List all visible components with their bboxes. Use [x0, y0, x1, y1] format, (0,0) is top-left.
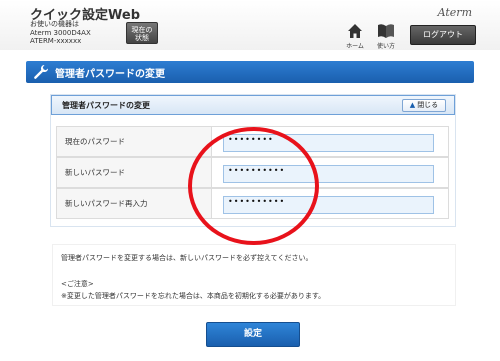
device-label: お使いの機器は: [30, 20, 79, 28]
current-status-button[interactable]: 現在の 状態: [126, 22, 158, 44]
current-password-input[interactable]: ••••••••: [223, 134, 434, 152]
home-label: ホーム: [346, 43, 364, 50]
new-password-label: 新しいパスワード: [65, 168, 125, 177]
apply-button[interactable]: 設定: [206, 322, 300, 347]
device-id: ATERM-xxxxxx: [30, 37, 82, 45]
chevron-up-icon: ▲: [409, 101, 416, 109]
logout-button[interactable]: ログアウト: [410, 25, 476, 45]
header: クイック設定Web お使いの機器は Aterm 3000D4AX ATERM-x…: [0, 0, 500, 50]
manual-button[interactable]: 使い方: [373, 22, 399, 50]
confirm-password-input[interactable]: ••••••••••: [223, 196, 434, 214]
close-panel-button[interactable]: ▲ 閉じる: [402, 99, 446, 112]
new-password-row: 新しいパスワード ••••••••••: [56, 157, 449, 188]
wrench-icon: [34, 64, 49, 79]
notice-text: 管理者パスワードを変更する場合は、新しいパスワードを必ず控えてください。: [61, 254, 313, 262]
caution-text: ※変更した管理者パスワードを忘れた場合は、本商品を初期化する必要があります。: [61, 292, 326, 300]
notice-box: 管理者パスワードを変更する場合は、新しいパスワードを必ず控えてください。 <ご注…: [52, 244, 456, 306]
device-info: お使いの機器は Aterm 3000D4AX ATERM-xxxxxx: [30, 20, 91, 46]
page-title: 管理者パスワードの変更: [55, 69, 165, 80]
settings-panel: 管理者パスワードの変更 ▲ 閉じる 現在のパスワード •••••••• 新しいパス…: [50, 94, 456, 227]
device-model: Aterm 3000D4AX: [30, 28, 91, 37]
book-icon: [378, 24, 394, 38]
brand-logo: Aterm: [437, 6, 472, 19]
new-password-input[interactable]: ••••••••••: [223, 165, 434, 183]
current-password-label: 現在のパスワード: [65, 137, 125, 146]
row-label-cell: 新しいパスワード再入力: [57, 189, 212, 218]
confirm-password-label: 新しいパスワード再入力: [65, 199, 148, 208]
home-button[interactable]: ホーム: [342, 22, 368, 50]
page-banner: 管理者パスワードの変更: [26, 61, 474, 83]
row-label-cell: 新しいパスワード: [57, 158, 212, 187]
home-icon: [348, 24, 362, 38]
row-label-cell: 現在のパスワード: [57, 127, 212, 156]
close-label: 閉じる: [417, 101, 439, 109]
caution-heading: <ご注意>: [61, 280, 94, 288]
manual-label: 使い方: [376, 43, 395, 50]
confirm-password-row: 新しいパスワード再入力 ••••••••••: [56, 188, 449, 219]
password-form: 現在のパスワード •••••••• 新しいパスワード •••••••••• 新し…: [56, 126, 449, 220]
panel-title: 管理者パスワードの変更: [62, 101, 150, 110]
current-password-row: 現在のパスワード ••••••••: [56, 126, 449, 157]
panel-header: 管理者パスワードの変更 ▲ 閉じる: [51, 95, 455, 115]
